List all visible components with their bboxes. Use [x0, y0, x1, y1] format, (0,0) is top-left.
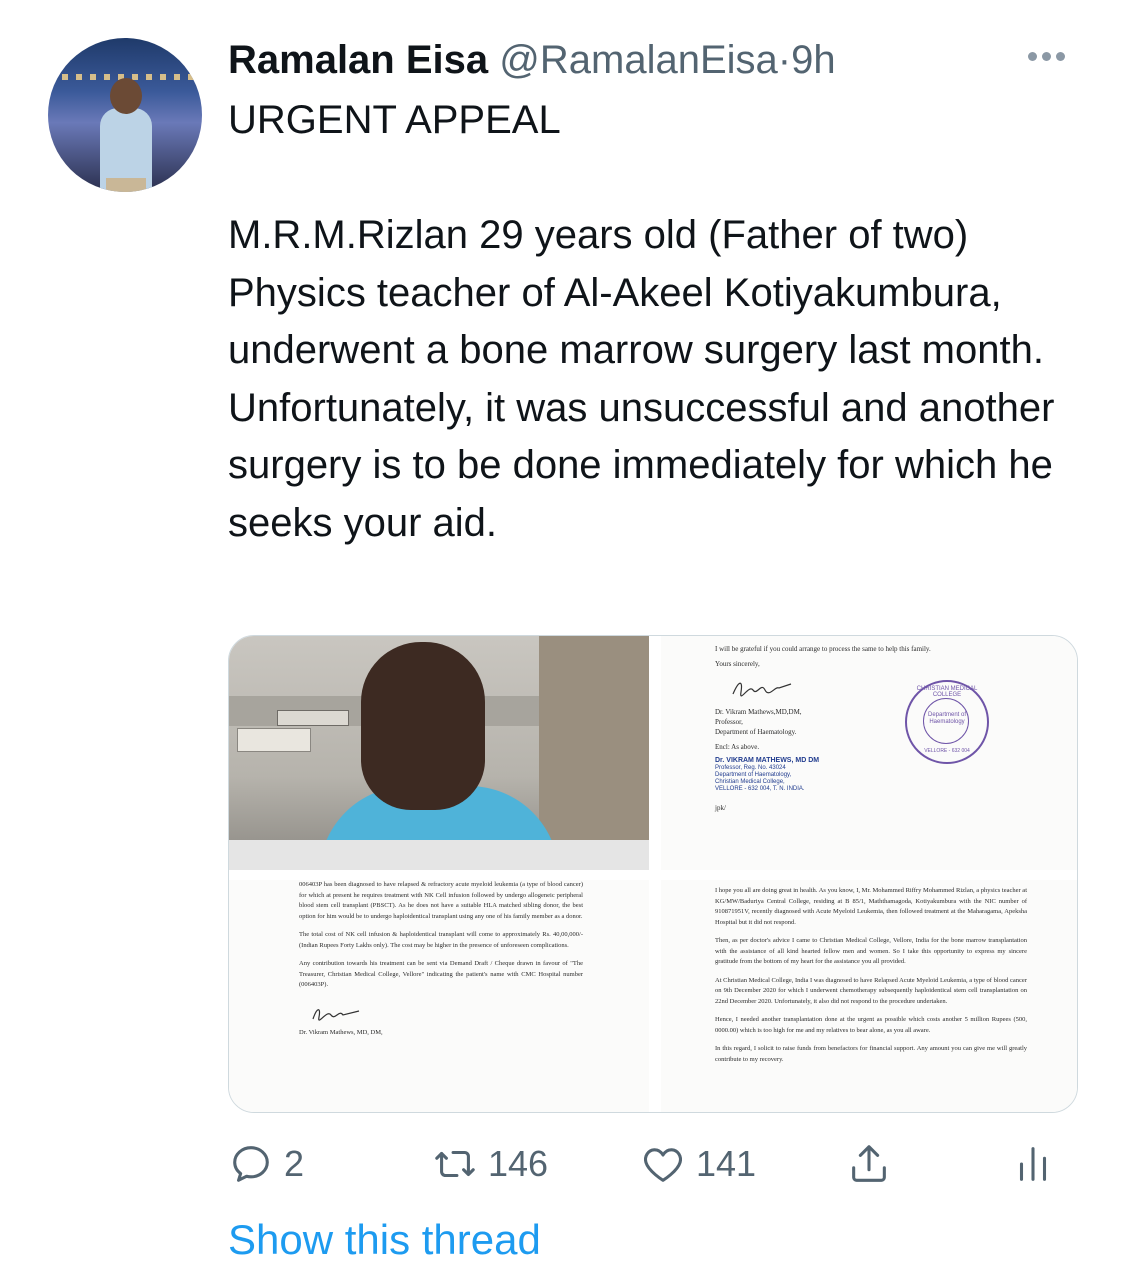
- analytics-icon: [1019, 1147, 1047, 1181]
- reply-button[interactable]: 2: [228, 1140, 304, 1188]
- reply-count: 2: [284, 1143, 305, 1184]
- doc-line: Department of Haematology.: [715, 728, 797, 736]
- tweet-media-grid: I will be grateful if you could arrange …: [228, 635, 1078, 1113]
- doc-paragraph: The total cost of NK cell infusion & hap…: [299, 931, 583, 949]
- doc-paragraph: At Christian Medical College, India I wa…: [715, 976, 1027, 1005]
- media-document-patient-letter[interactable]: I hope you all are doing great in health…: [661, 880, 1077, 1112]
- media-document-signature[interactable]: I will be grateful if you could arrange …: [661, 636, 1077, 870]
- doc-line: jpk/: [715, 804, 726, 812]
- doc-paragraph: Hence, I needed another transplantation …: [715, 1016, 1027, 1034]
- stamp-line: Dr. VIKRAM MATHEWS, MD DM: [715, 757, 820, 764]
- author-handle[interactable]: @RamalanEisa: [499, 38, 778, 82]
- doc-line: Yours sincerely,: [715, 660, 760, 668]
- author-name[interactable]: Ramalan Eisa: [228, 38, 488, 82]
- stamp-line: Department of Haematology,: [715, 772, 792, 778]
- media-grid-divider-horizontal: [229, 870, 1077, 880]
- photo-patient-head: [361, 642, 485, 810]
- photo-wall-outlet: [237, 728, 311, 752]
- photo-door: [539, 636, 649, 870]
- doc-paragraph: I hope you all are doing great in health…: [715, 887, 1027, 926]
- college-seal: CHRISTIAN MEDICAL COLLEGE Department of …: [905, 680, 989, 764]
- media-document-cost-letter[interactable]: 006403P has been diagnosed to have relap…: [229, 880, 649, 1112]
- avatar-person-head: [110, 78, 142, 114]
- like-count: 141: [696, 1143, 757, 1184]
- show-thread-link[interactable]: Show this thread: [228, 1214, 541, 1266]
- stamp-line: Christian Medical College,: [715, 779, 785, 785]
- author-avatar[interactable]: [48, 38, 202, 192]
- seal-ring-text: CHRISTIAN MEDICAL COLLEGE: [916, 686, 978, 698]
- photo-wall-sign: [277, 710, 349, 726]
- photo-bed: [229, 840, 649, 870]
- media-photo-patient[interactable]: [229, 636, 649, 870]
- doc-paragraph: In this regard, I solicit to raise funds…: [715, 1045, 1027, 1063]
- retweet-button[interactable]: 146: [432, 1140, 548, 1188]
- seal-center-text: Department of Haematology: [927, 712, 967, 725]
- analytics-button[interactable]: [1010, 1140, 1066, 1188]
- like-icon: [644, 1148, 682, 1182]
- more-icon: [1028, 52, 1037, 61]
- seal-bottom-text: VELLORE - 632 004: [924, 748, 970, 754]
- stamp-line: VELLORE - 632 004, T. N. INDIA.: [715, 786, 805, 792]
- doc-paragraph: Any contribution towards his treatment c…: [299, 960, 583, 988]
- doc-line: Dr. Vikram Mathews,MD,DM,: [715, 708, 802, 716]
- doc-signature-line: Dr. Vikram Mathews, MD, DM,: [299, 1028, 383, 1036]
- doc-paragraph: 006403P has been diagnosed to have relap…: [299, 881, 583, 920]
- like-button[interactable]: 141: [640, 1140, 756, 1188]
- retweet-icon: [435, 1150, 475, 1178]
- avatar-person-legs: [106, 178, 146, 192]
- more-icon-dot: [1042, 52, 1051, 61]
- doc-paragraph: Then, as per doctor's advice I came to C…: [715, 937, 1027, 965]
- doctor-stamp: Dr. VIKRAM MATHEWS, MD DM Professor, Reg…: [715, 757, 1045, 793]
- doc-line: Encl: As above.: [715, 743, 760, 751]
- reply-icon: [233, 1146, 269, 1182]
- more-icon-dot: [1056, 52, 1065, 61]
- doc-line: Professor,: [715, 718, 743, 726]
- signature-image: [732, 682, 792, 697]
- header-separator: ·: [777, 38, 792, 82]
- stamp-line: Professor, Reg. No. 43024: [715, 765, 786, 771]
- tweet-text: URGENT APPEAL M.R.M.Rizlan 29 years old …: [228, 98, 1055, 545]
- share-button[interactable]: [846, 1140, 902, 1188]
- signature-image: [312, 1008, 360, 1021]
- share-icon: [852, 1145, 886, 1182]
- tweet-header: Ramalan Eisa @RamalanEisa·9h: [228, 36, 836, 84]
- retweet-count: 146: [488, 1143, 549, 1184]
- more-options-button[interactable]: [1028, 48, 1076, 64]
- tweet-action-bar: 2 146 141: [228, 1140, 1076, 1190]
- doc-line: I will be grateful if you could arrange …: [715, 645, 931, 653]
- tweet-timestamp[interactable]: 9h: [791, 38, 836, 82]
